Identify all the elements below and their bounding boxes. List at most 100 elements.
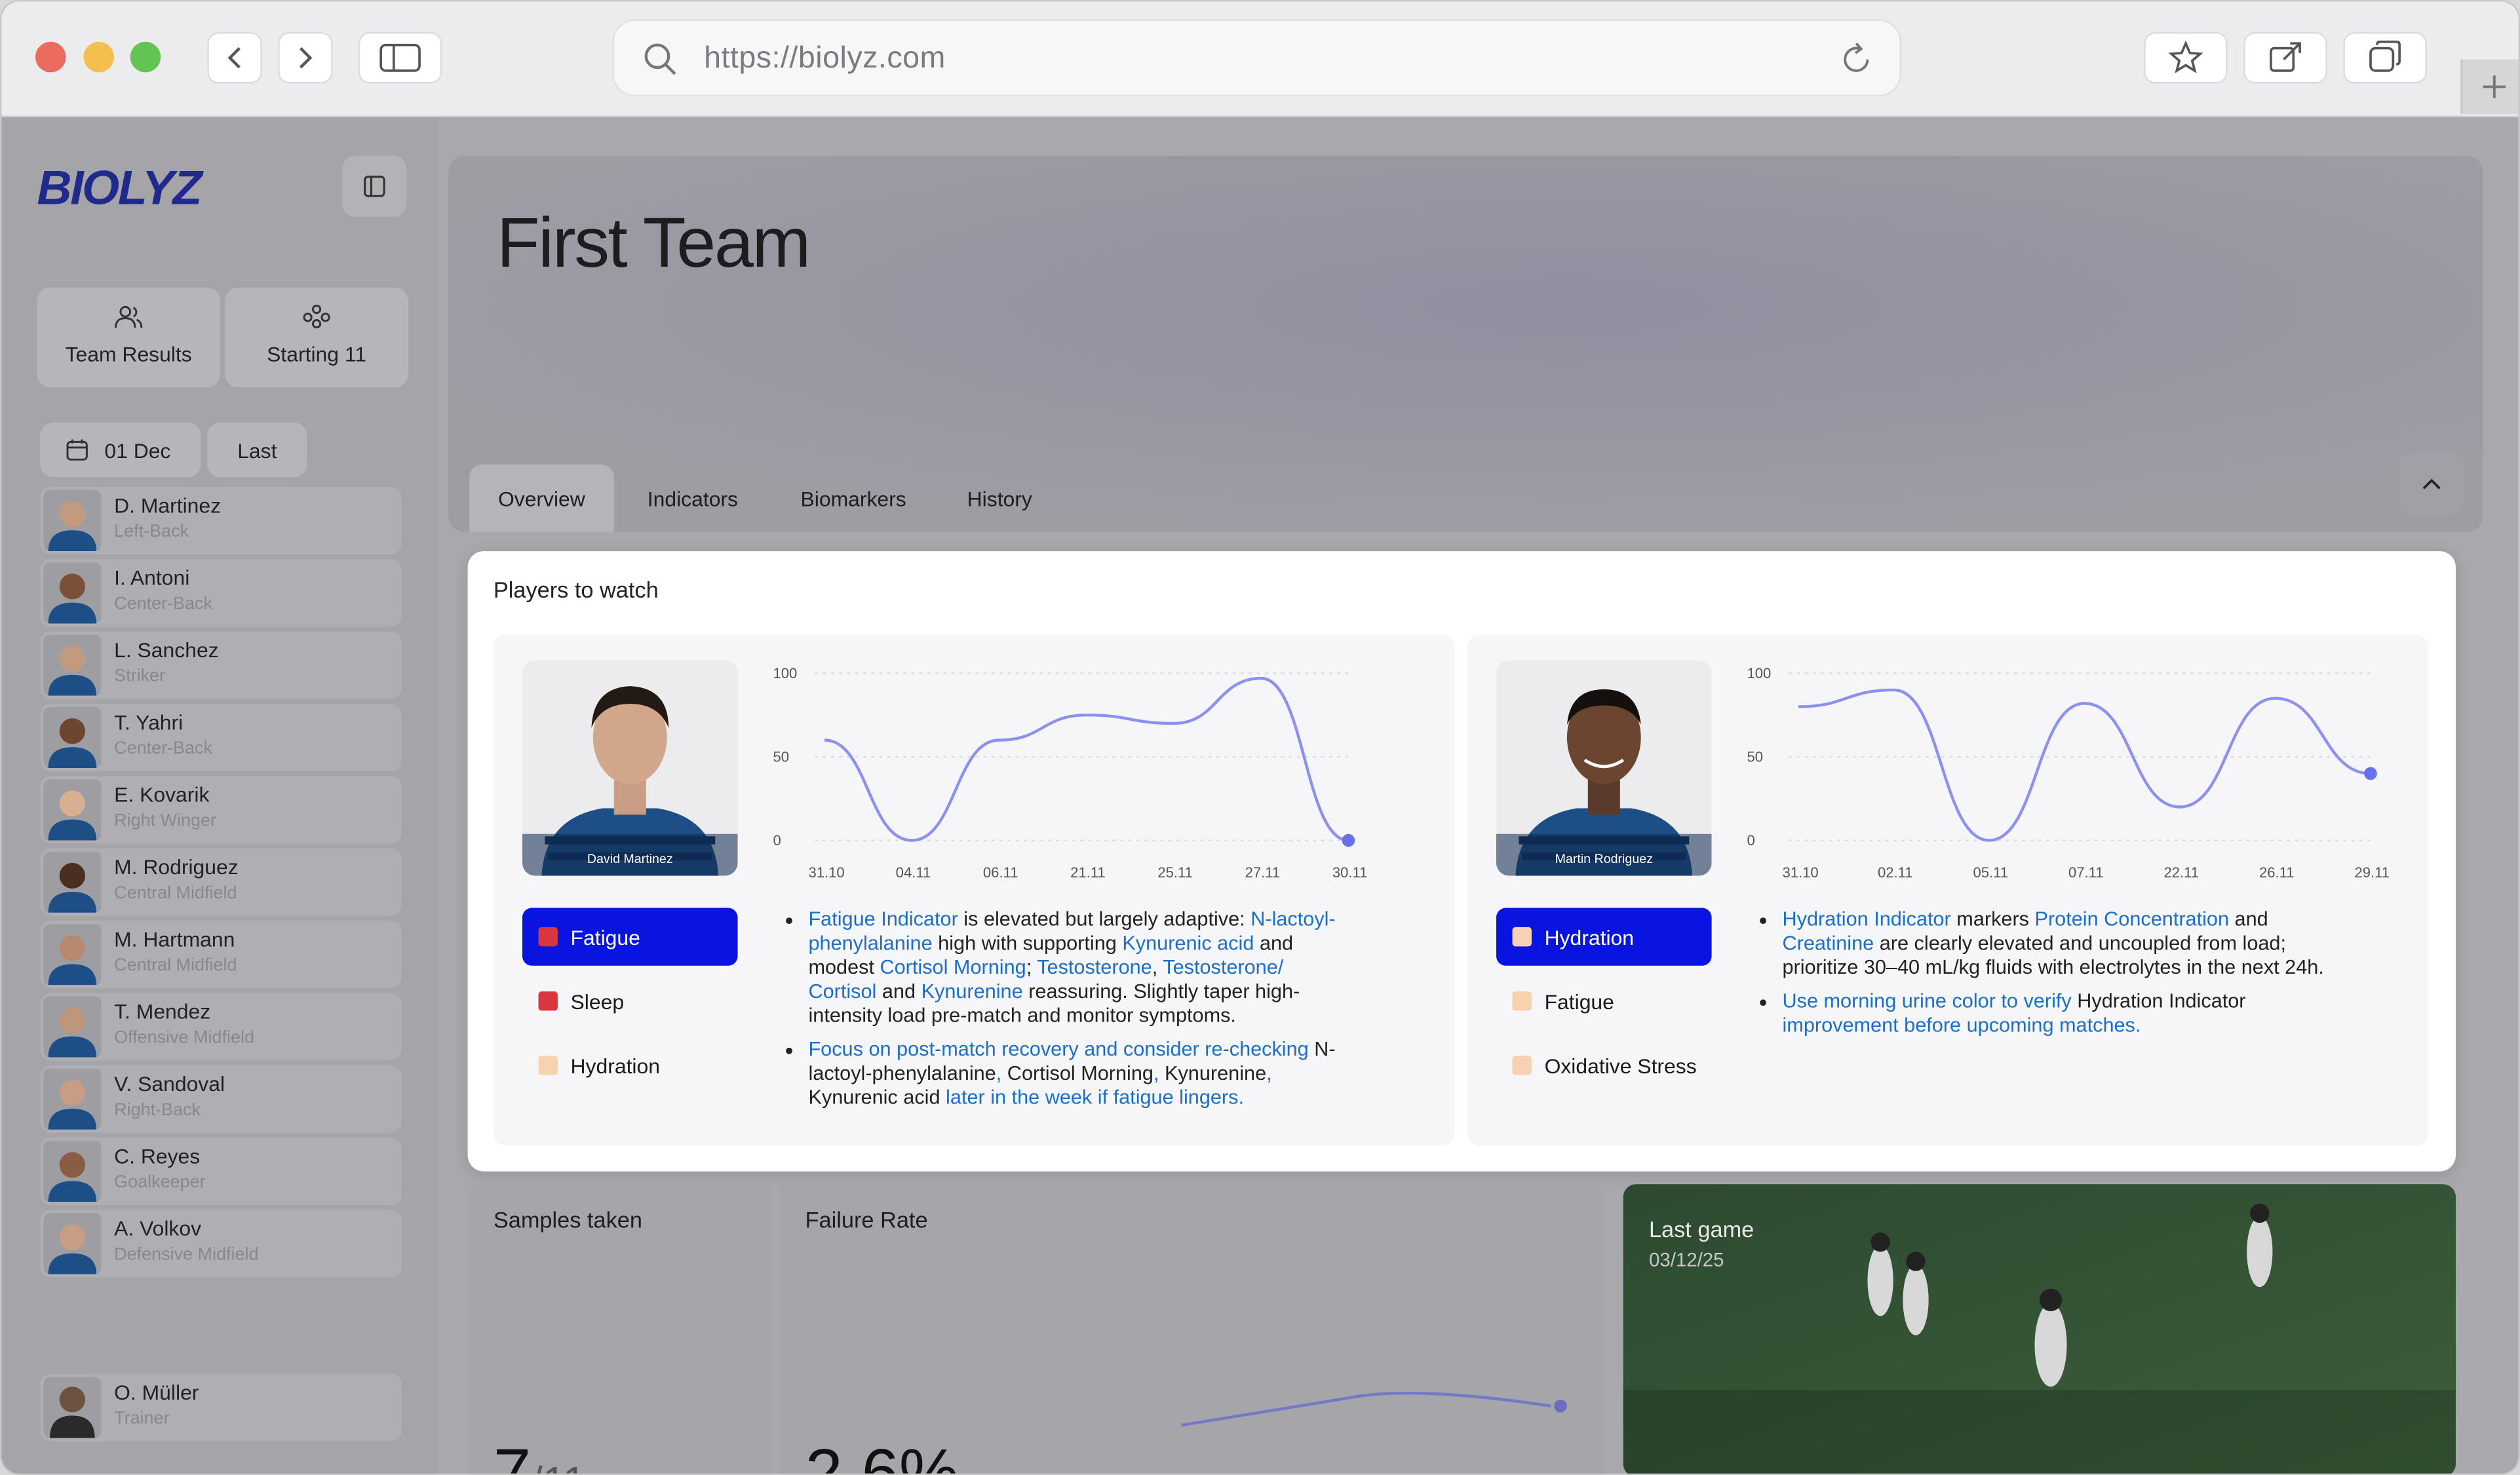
failure-value: 2.6%	[805, 1434, 960, 1475]
biomarker-link[interactable]: Hydration Indicator	[1782, 908, 1950, 930]
player-role: Central Midfield	[114, 956, 237, 976]
indicator-label: Fatigue	[1544, 989, 1614, 1014]
player-photo-name: David Martinez	[587, 851, 673, 866]
sidebar-player-item[interactable]: I. Antoni Center-Back	[40, 559, 402, 627]
starting-11-button[interactable]: Starting 11	[225, 287, 408, 387]
sidebar-player-item[interactable]: A. Volkov Defensive Midfield	[40, 1210, 402, 1278]
data-point[interactable]	[2364, 767, 2377, 780]
new-tab-button[interactable]	[2460, 59, 2519, 115]
note-text: Kynurenic acid	[808, 1086, 940, 1109]
biomarker-link[interactable]: ,	[996, 1062, 1007, 1084]
biomarker-link[interactable]: Testosterone	[1037, 956, 1152, 978]
brand-logo[interactable]: BIOLYZ	[37, 163, 202, 217]
biomarker-link[interactable]: Use morning urine color to verify	[1782, 990, 2077, 1012]
avatar	[43, 1068, 102, 1130]
sidebar-player-item[interactable]: M. Rodriguez Central Midfield	[40, 848, 402, 916]
avatar	[43, 706, 102, 769]
x-tick-label: 06.11	[983, 864, 1018, 881]
bookmark-button[interactable]	[2144, 32, 2228, 84]
indicator-label: Hydration	[1544, 925, 1635, 949]
plus-icon	[2482, 75, 2505, 98]
player-1-notes: Fatigue Indicator is elevated but largel…	[789, 908, 1355, 1120]
indicator-hydration-button[interactable]: Hydration	[1496, 908, 1712, 966]
sidebar-player-item[interactable]: T. Mendez Offensive Midfield	[40, 993, 402, 1061]
indicator-fatigue-button[interactable]: Fatigue	[1496, 972, 1712, 1030]
last-filter-button[interactable]: Last	[207, 422, 307, 478]
player-role: Left-Back	[114, 522, 189, 542]
tab-indicators[interactable]: Indicators	[621, 465, 766, 532]
minimize-window-button[interactable]	[83, 41, 115, 73]
share-button[interactable]	[2243, 32, 2327, 84]
tab-history[interactable]: History	[942, 465, 1058, 532]
tab-overview[interactable]: Overview	[469, 464, 614, 532]
x-tick-label: 21.11	[1070, 864, 1106, 881]
biomarker-link[interactable]: later in the week if fatigue lingers.	[940, 1086, 1244, 1109]
indicator-oxidative-stress-button[interactable]: Oxidative Stress	[1496, 1037, 1712, 1094]
fatigue-swatch	[538, 927, 558, 947]
x-tick-label: 31.10	[1782, 864, 1818, 881]
zoom-window-button[interactable]	[130, 41, 161, 73]
copy-icon	[2369, 40, 2401, 72]
sidebar-player-item[interactable]: M. Hartmann Central Midfield	[40, 921, 402, 989]
indicator-fatigue-button[interactable]: Fatigue	[522, 908, 738, 966]
note-text: Kynurenine	[1165, 1062, 1267, 1085]
sidebar-player-item[interactable]: L. Sanchez Striker	[40, 631, 402, 699]
sidebar-player-item[interactable]: E. Kovarik Right Winger	[40, 776, 402, 844]
note-text: markers	[1950, 908, 2035, 930]
star-icon	[2168, 40, 2203, 73]
biomarker-link[interactable]: Protein Concentration	[2035, 908, 2229, 930]
team-formation-icon	[303, 304, 330, 329]
last-game-card[interactable]: Last game 03/12/25	[1623, 1184, 2456, 1474]
sidebar-player-item[interactable]: V. Sandoval Right-Back	[40, 1065, 402, 1133]
sidebar-toggle-button[interactable]	[358, 32, 442, 84]
biomarker-link[interactable]: ,	[1266, 1062, 1272, 1084]
address-bar[interactable]: https://biolyz.com	[612, 19, 1901, 97]
biomarker-link[interactable]: improvement before upcoming matches.	[1782, 1014, 2141, 1036]
sleep-swatch	[538, 991, 558, 1011]
tab-biomarkers[interactable]: Biomarkers	[776, 465, 930, 532]
sidebar-player-item[interactable]: T. Yahri Center-Back	[40, 704, 402, 772]
x-tick-label: 27.11	[1245, 864, 1281, 881]
forward-button[interactable]	[278, 32, 333, 84]
biomarker-link[interactable]: Focus on post-match recovery and conside…	[808, 1038, 1314, 1060]
sidebar-player-item[interactable]: D. Martinez Left-Back	[40, 487, 402, 555]
note-text: Hydration Indicator	[2077, 989, 2246, 1012]
y-tick-label: 0	[1747, 832, 1755, 849]
avatar	[43, 924, 102, 986]
player-name: T. Yahri	[114, 710, 184, 735]
x-tick-label: 07.11	[2068, 864, 2104, 881]
reload-icon[interactable]	[1838, 42, 1874, 77]
trainer-item[interactable]: O. Müller Trainer	[40, 1373, 402, 1442]
x-tick-label: 31.10	[808, 864, 844, 881]
date-picker-button[interactable]: 01 Dec	[40, 422, 201, 478]
biomarker-link[interactable]: Fatigue Indicator	[808, 908, 958, 930]
note-text: and	[876, 980, 921, 1003]
collapse-sidebar-button[interactable]	[342, 155, 407, 218]
y-tick-label: 50	[1747, 748, 1764, 765]
biomarker-link[interactable]: ,	[1153, 1062, 1165, 1084]
note-item: Fatigue Indicator is elevated but largel…	[808, 908, 1355, 1028]
biomarker-link[interactable]: Cortisol Morning	[880, 956, 1026, 978]
indicator-hydration-button[interactable]: Hydration	[522, 1037, 738, 1094]
collapse-header-button[interactable]	[2399, 451, 2464, 516]
tabs-overview-button[interactable]	[2343, 32, 2427, 84]
notes-bullet-1: Hydration Indicator markers Protein Conc…	[1782, 908, 2323, 978]
player-role: Right Winger	[114, 811, 217, 831]
url-text: https://biolyz.com	[704, 41, 946, 76]
player-photo[interactable]: David Martinez	[522, 660, 738, 876]
indicator-sleep-button[interactable]: Sleep	[522, 972, 738, 1030]
biomarker-link[interactable]: Kynurenine	[921, 980, 1023, 1003]
indicator-label: Sleep	[570, 989, 625, 1014]
back-button[interactable]	[207, 32, 262, 84]
biomarker-link[interactable]: Creatinine	[1782, 932, 1874, 954]
data-point[interactable]	[1342, 833, 1355, 847]
close-window-button[interactable]	[35, 41, 66, 73]
player-name: V. Sandoval	[114, 1071, 225, 1096]
sidebar-player-item[interactable]: C. Reyes Goalkeeper	[40, 1138, 402, 1206]
biomarker-link[interactable]: Kynurenic acid	[1122, 932, 1254, 954]
player-photo[interactable]: Martin Rodriguez	[1496, 660, 1712, 876]
last-label: Last	[237, 438, 277, 463]
failure-sparkline	[1181, 1391, 1567, 1427]
player-role: Striker	[114, 666, 166, 687]
team-results-button[interactable]: Team Results	[37, 287, 220, 387]
